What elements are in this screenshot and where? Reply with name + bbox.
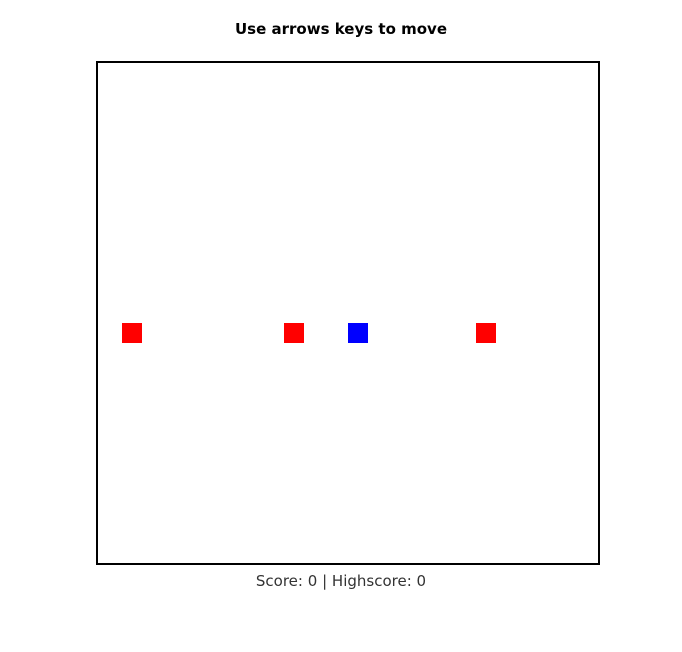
score-label: Score: <box>255 572 303 590</box>
score-separator: | <box>322 572 328 590</box>
highscore-value: 0 <box>416 572 427 590</box>
highscore-label: Highscore: <box>331 572 412 590</box>
enemy-block <box>122 323 142 343</box>
enemy-block <box>476 323 496 343</box>
score-value: 0 <box>307 572 318 590</box>
enemy-block <box>284 323 304 343</box>
game-page: Use arrows keys to move Score: 0 | Highs… <box>0 0 682 652</box>
score-line: Score: 0 | Highscore: 0 <box>0 571 682 591</box>
game-board[interactable] <box>96 61 600 565</box>
instructions-title: Use arrows keys to move <box>235 20 447 38</box>
player-block <box>348 323 368 343</box>
